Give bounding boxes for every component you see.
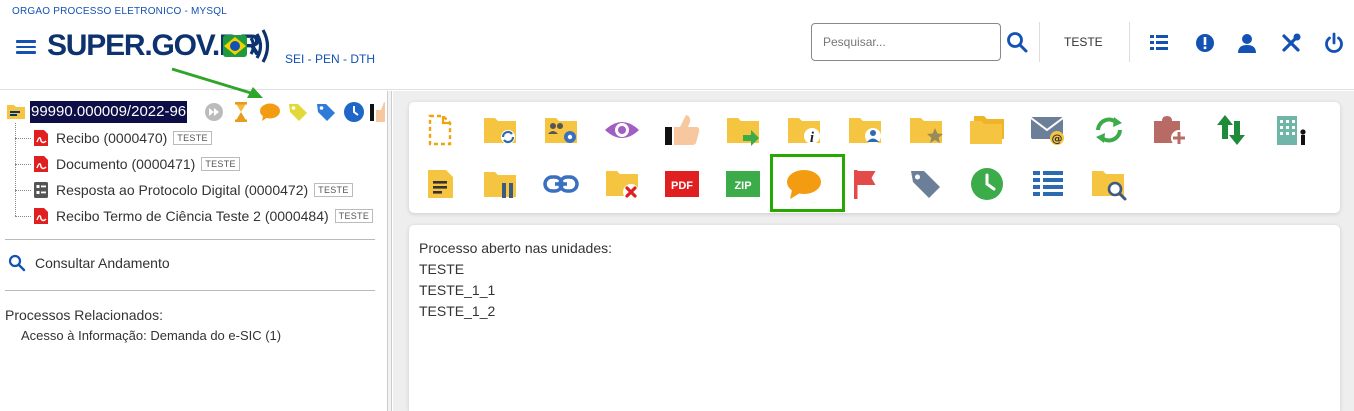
unit-tag: TESTE [334, 209, 374, 223]
process-info-panel: Processo aberto nas unidades: TESTE TEST… [409, 225, 1340, 411]
thumb-icon[interactable] [661, 111, 703, 149]
consult-label: Consultar Andamento [35, 255, 170, 271]
hourglass-icon[interactable] [234, 101, 248, 123]
tree-connector [15, 123, 16, 216]
process-folder-icon[interactable] [6, 102, 26, 120]
folder-pause-icon[interactable] [479, 165, 521, 203]
tree-connector [15, 190, 31, 191]
list-icon[interactable] [1027, 165, 1069, 203]
search-input[interactable] [811, 23, 1001, 61]
pdf-icon [34, 208, 48, 224]
new-document-icon[interactable] [419, 111, 461, 149]
process-number[interactable]: 99990.000009/2022-96 [30, 101, 188, 123]
menu-icon[interactable] [16, 37, 36, 55]
svg-text:ZIP: ZIP [734, 180, 751, 192]
folder-cancel-icon[interactable] [601, 165, 643, 203]
open-unit-item: TESTE_1_1 [419, 282, 496, 298]
folder-star-icon[interactable] [905, 111, 947, 149]
power-icon[interactable] [1323, 32, 1345, 54]
document-label: Resposta ao Protocolo Digital (0000472) [56, 182, 309, 198]
tree-connector [15, 216, 31, 217]
open-units-heading: Processo aberto nas unidades: [419, 240, 613, 256]
tag-blue-icon[interactable] [315, 101, 337, 123]
note-icon[interactable] [419, 165, 461, 203]
comment-icon[interactable] [259, 102, 281, 122]
document-label: Recibo (0000470) [56, 130, 168, 146]
add-block-icon[interactable] [1149, 111, 1191, 149]
building-user-icon[interactable] [1271, 111, 1313, 149]
tree-document-item[interactable]: Recibo Termo de Ciência Teste 2 (0000484… [33, 206, 374, 226]
svg-text:PDF: PDF [671, 180, 693, 192]
folder-users-settings-icon[interactable] [540, 111, 582, 149]
document-label: Recibo Termo de Ciência Teste 2 (0000484… [56, 208, 329, 224]
link-icon[interactable] [540, 165, 582, 203]
open-unit-item: TESTE [419, 261, 465, 277]
system-subtitle: SEI - PEN - DTH [285, 52, 376, 66]
control-panel-icon[interactable] [1148, 32, 1170, 54]
annotation-arrow [171, 67, 263, 98]
search-icon[interactable] [1006, 30, 1028, 54]
user-icon[interactable] [1236, 32, 1258, 54]
tree-connector [15, 138, 31, 139]
search-icon [8, 254, 26, 272]
tree-document-item[interactable]: Resposta ao Protocolo Digital (0000472) … [33, 180, 353, 200]
related-process-link[interactable]: Acesso à Informação: Demanda do e-SIC (1… [21, 328, 281, 343]
tree-document-item[interactable]: Recibo (0000470) TESTE [33, 128, 212, 148]
folder-info-icon[interactable]: i [783, 111, 825, 149]
flag-icon[interactable] [844, 165, 886, 203]
folder-search-icon[interactable] [1088, 165, 1130, 203]
tag-yellow-icon[interactable] [287, 101, 309, 123]
unit-tag: TESTE [201, 157, 240, 171]
folder-send-icon[interactable] [722, 111, 764, 149]
related-processes-title: Processos Relacionados: [5, 307, 163, 323]
view-icon[interactable] [601, 111, 643, 149]
forward-icon[interactable] [204, 102, 224, 122]
unit-tag: TESTE [314, 183, 353, 197]
section-divider [5, 290, 375, 291]
tools-icon[interactable] [1280, 32, 1302, 54]
clock-icon[interactable] [343, 101, 365, 123]
logo-mark-icon [223, 29, 270, 63]
tree-document-item[interactable]: Documento (0000471) TESTE [33, 154, 240, 174]
highlight-box [770, 154, 845, 212]
open-unit-item: TESTE_1_2 [419, 303, 496, 319]
consult-history-link[interactable]: Consultar Andamento [8, 254, 170, 272]
action-toolbar: i @ PDF ZIP [409, 102, 1340, 213]
pdf-icon [34, 130, 48, 146]
form-icon [34, 182, 48, 198]
panel-resizer[interactable] [387, 91, 392, 411]
refresh-icon[interactable] [1088, 111, 1130, 149]
tag-icon[interactable] [905, 165, 947, 203]
relationships-icon[interactable] [1210, 111, 1252, 149]
section-divider [5, 239, 375, 240]
unit-selector[interactable]: TESTE [1064, 35, 1103, 49]
folders-icon[interactable] [966, 111, 1008, 149]
header-divider [1039, 22, 1040, 62]
clock-icon[interactable] [966, 165, 1008, 203]
email-icon[interactable]: @ [1027, 111, 1069, 149]
process-tree-panel: 99990.000009/2022-96 Recibo (0000470) TE… [0, 91, 385, 411]
document-label: Documento (0000471) [56, 156, 196, 172]
thumb-icon[interactable] [375, 101, 385, 123]
folder-sync-icon[interactable] [479, 111, 521, 149]
header-divider [1129, 22, 1130, 62]
folder-user-icon[interactable] [844, 111, 886, 149]
unit-tag: TESTE [173, 131, 212, 145]
svg-text:@: @ [1052, 132, 1063, 145]
org-name: ORGAO PROCESSO ELETRONICO - MYSQL [12, 6, 227, 17]
alert-icon[interactable] [1194, 32, 1216, 54]
zip-icon[interactable]: ZIP [722, 165, 764, 203]
tree-connector [15, 164, 31, 165]
pdf-export-icon[interactable]: PDF [661, 165, 703, 203]
marker-icon[interactable] [370, 104, 374, 121]
pdf-icon [34, 156, 48, 172]
